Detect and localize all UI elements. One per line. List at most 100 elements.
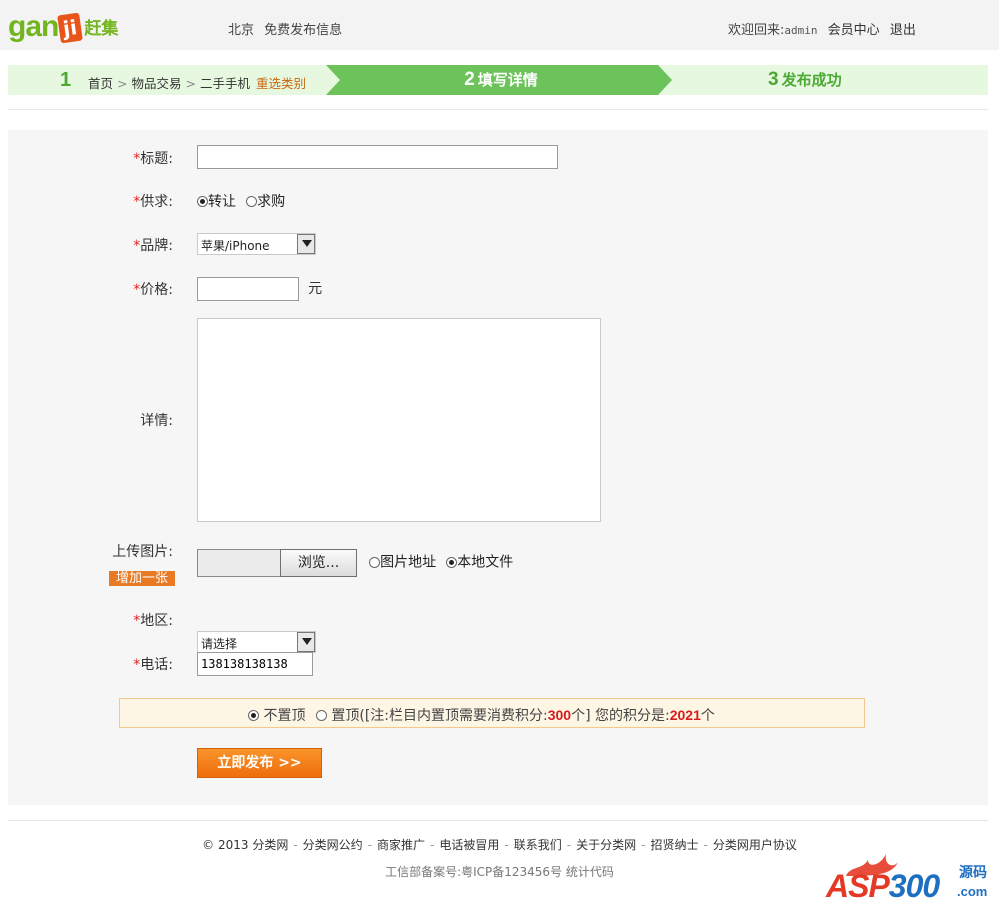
step-2-active: 2 填写详情	[326, 65, 676, 95]
logo-text-cn: 赶集	[84, 19, 119, 38]
chevron-down-icon[interactable]	[297, 234, 315, 254]
pin-options: 不置顶 置顶([注:栏目内置顶需要消费积分:300个] 您的积分是:2021个	[248, 705, 715, 725]
watermark-logo: ASP300 源码 .com	[826, 852, 991, 904]
upload-field: 浏览... 图片地址 本地文件	[197, 549, 513, 577]
watermark-text: ASP300	[826, 868, 940, 905]
welcome-text: 欢迎回来:	[728, 23, 785, 38]
detail-textarea[interactable]	[197, 318, 601, 522]
footer-link-about[interactable]: 关于分类网	[576, 838, 636, 852]
detail-field-wrap	[197, 318, 601, 526]
footer-sep: -	[293, 838, 298, 852]
watermark-com: .com	[957, 884, 988, 899]
watermark-300: 300	[888, 868, 940, 904]
breadcrumb-phones[interactable]: 二手手机	[200, 76, 250, 91]
phone-label: *电话:	[133, 654, 173, 674]
post-form: *标题: *供求: 转让 求购 *品牌: 苹果/iPhone *价格: 元 详情…	[8, 130, 988, 805]
pin-off-radio[interactable]	[248, 710, 259, 721]
price-label-text: 价格:	[140, 282, 173, 298]
footer-link-phone-misuse[interactable]: 电话被冒用	[439, 838, 499, 852]
watermark-asp: ASP	[826, 868, 890, 904]
submit-button[interactable]: 立即发布 >>	[197, 748, 322, 778]
upload-url-label[interactable]: 图片地址	[380, 555, 436, 571]
breadcrumb-home[interactable]: 首页	[88, 76, 113, 91]
area-label: *地区:	[133, 610, 173, 630]
site-logo[interactable]: gan ji 赶集	[8, 10, 119, 44]
footer-sep: -	[504, 838, 509, 852]
user-points: 2021	[669, 707, 701, 723]
logout-link[interactable]: 退出	[890, 23, 916, 38]
supply-label-text: 供求:	[140, 194, 173, 210]
price-input[interactable]	[197, 277, 299, 301]
footer-link-home[interactable]: © 2013 分类网	[202, 838, 288, 852]
footer-sep: -	[566, 838, 572, 852]
price-unit: 元	[308, 281, 323, 297]
upload-url-radio[interactable]	[369, 556, 381, 568]
progress-steps: 1 首页 > 物品交易 > 二手手机 重选类别 2 填写详情 3 发布成功	[8, 65, 988, 95]
footer-link-agreement[interactable]: 分类网用户协议	[713, 838, 797, 852]
footer-link-jobs[interactable]: 招贤纳士	[650, 838, 698, 852]
supply-label: *供求:	[133, 191, 173, 211]
pin-on-label[interactable]: 置顶	[331, 708, 359, 724]
supply-buy-radio[interactable]	[246, 196, 258, 207]
step-3-number: 3	[768, 69, 779, 90]
supply-transfer-radio[interactable]	[197, 196, 208, 207]
title-label: *标题:	[133, 148, 173, 168]
divider	[8, 820, 988, 821]
chevron-right-icon: >	[117, 76, 128, 91]
title-field-wrap	[197, 145, 558, 169]
price-label: *价格:	[133, 279, 173, 299]
pin-note-suffix: 个	[700, 708, 715, 724]
brand-select[interactable]: 苹果/iPhone	[197, 233, 316, 255]
divider	[8, 109, 988, 110]
add-image-button[interactable]: 增加一张	[109, 571, 175, 586]
brand-label: *品牌:	[133, 235, 173, 255]
title-input[interactable]	[197, 145, 558, 169]
upload-local-label[interactable]: 本地文件	[457, 555, 513, 571]
user-bar: 欢迎回来:admin 会员中心 退出	[728, 19, 916, 38]
supply-radio-group: 转让 求购	[197, 191, 285, 211]
reselect-category-link[interactable]: 重选类别	[256, 76, 306, 91]
top-bar: gan ji 赶集 北京 免费发布信息 欢迎回来:admin 会员中心 退出	[0, 0, 999, 50]
footer-sep: -	[430, 838, 435, 852]
pin-note-mid: 个] 您的积分是:	[571, 708, 670, 724]
watermark-cn: 源码	[959, 865, 987, 881]
step-1-number: 1	[60, 69, 72, 91]
area-label-text: 地区:	[140, 613, 173, 629]
step-2-number: 2	[464, 69, 475, 90]
member-center-link[interactable]: 会员中心	[828, 23, 880, 38]
upload-local-radio[interactable]	[446, 556, 458, 568]
city-name[interactable]: 北京	[228, 23, 254, 38]
pin-on-radio[interactable]	[315, 710, 327, 721]
chevron-down-icon[interactable]	[297, 632, 315, 652]
supply-transfer-label[interactable]: 转让	[208, 194, 236, 210]
footer-link-promote[interactable]: 商家推广	[377, 838, 425, 852]
icp-text: 工信部备案号:粤ICP备123456号	[385, 865, 563, 879]
footer-sep: -	[641, 838, 646, 852]
file-path-box[interactable]	[197, 549, 281, 577]
step-2-label-wrap: 2 填写详情	[326, 69, 676, 91]
pin-off-label[interactable]: 不置顶	[263, 708, 305, 724]
pin-options-box: 不置顶 置顶([注:栏目内置顶需要消费积分:300个] 您的积分是:2021个	[119, 698, 865, 728]
detail-label: 详情:	[140, 413, 173, 429]
supply-buy-label[interactable]: 求购	[257, 194, 285, 210]
step-3-label: 发布成功	[781, 71, 842, 89]
breadcrumb-goods[interactable]: 物品交易	[132, 76, 182, 91]
footer-sep: -	[367, 838, 373, 852]
username: admin	[784, 24, 818, 37]
footer-sep: -	[703, 838, 708, 852]
brand-select-value: 苹果/iPhone	[201, 239, 270, 253]
footer-link-convention[interactable]: 分类网公约	[303, 838, 363, 852]
footer-link-contact[interactable]: 联系我们	[514, 838, 562, 852]
area-select[interactable]: 请选择	[197, 631, 316, 653]
upload-label: 上传图片:	[112, 544, 173, 560]
stats-code: 统计代码	[565, 865, 614, 879]
phone-field-wrap	[197, 652, 313, 676]
footer-links: © 2013 分类网 - 分类网公约 - 商家推广 - 电话被冒用 - 联系我们 - 关于分类网 - 招…	[0, 836, 999, 853]
step-1: 1 首页 > 物品交易 > 二手手机 重选类别	[8, 65, 328, 95]
phone-input[interactable]	[197, 652, 313, 676]
breadcrumb: 首页 > 物品交易 > 二手手机 重选类别	[88, 73, 306, 92]
browse-button[interactable]: 浏览...	[280, 549, 357, 577]
logo-text-latin: gan	[8, 10, 59, 43]
pin-note-prefix: ([注:栏目内置顶需要消费积分:	[359, 708, 548, 724]
post-free-link[interactable]: 免费发布信息	[264, 23, 342, 38]
